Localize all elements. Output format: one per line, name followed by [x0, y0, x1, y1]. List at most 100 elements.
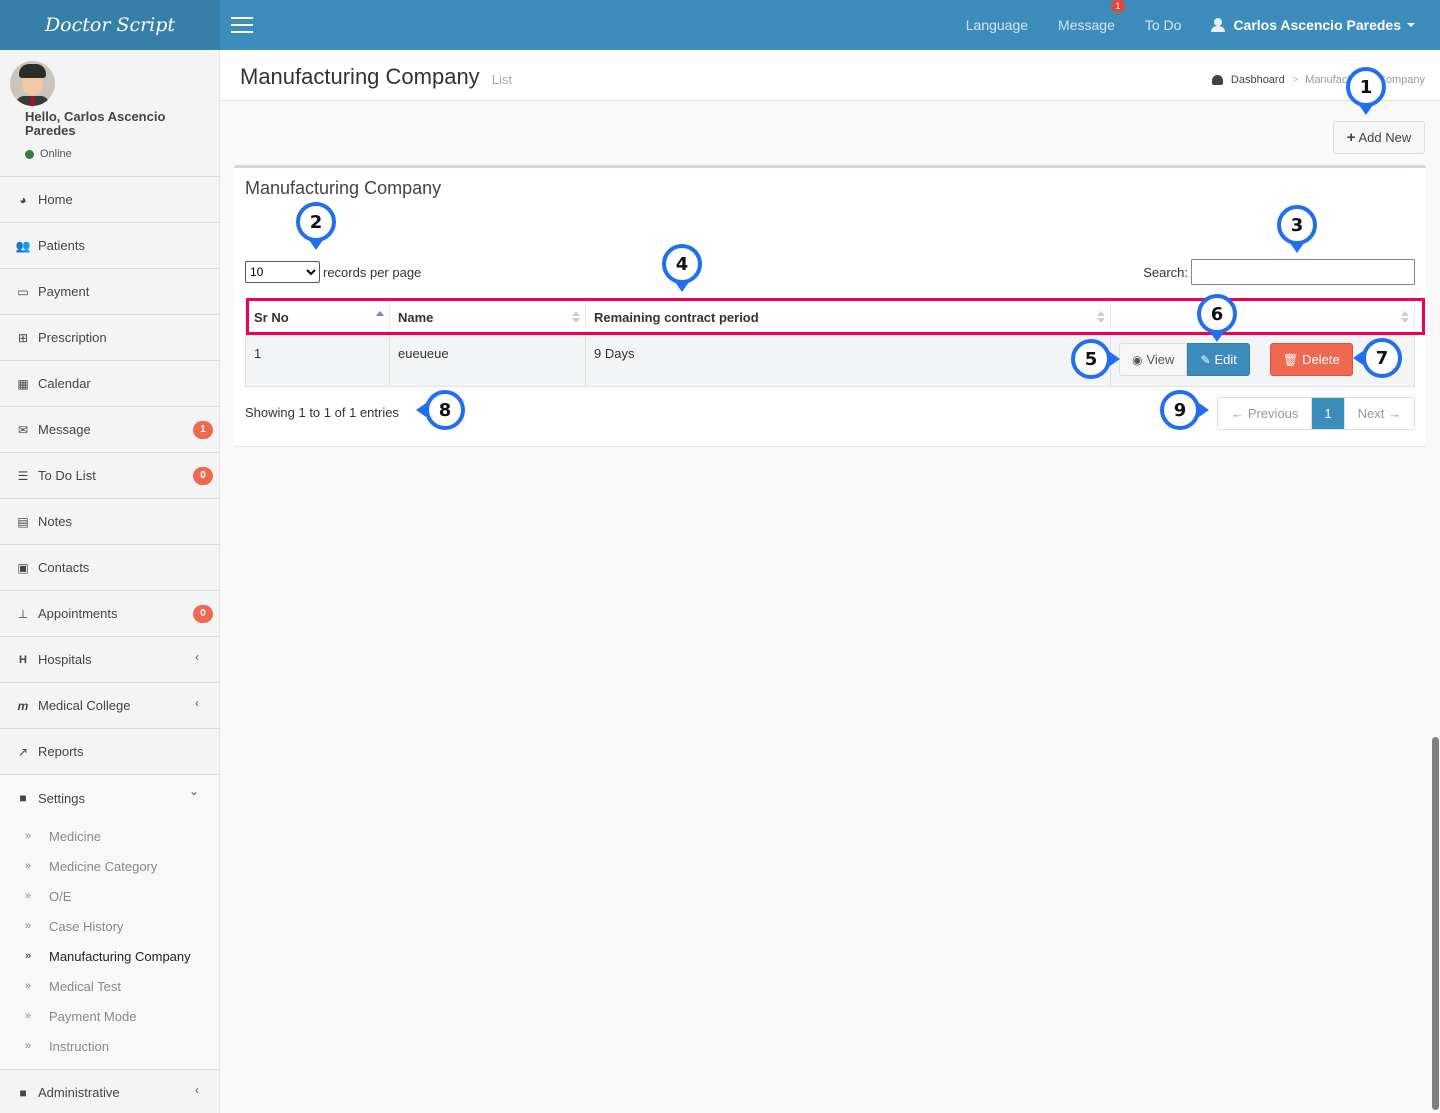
page-subtitle: List [491, 72, 513, 87]
brand-logo[interactable]: Doctor Script [0, 0, 220, 50]
edit-button[interactable]: ✎ Edit [1187, 343, 1250, 376]
eye-icon: ◉ [1132, 352, 1143, 367]
chevron-down-icon: ⌄ [188, 784, 199, 798]
submenu-item-instruction[interactable]: » Instruction [0, 1031, 219, 1061]
submenu-item-label: O/E [49, 888, 72, 904]
annotation-marker-6: 6 [1197, 294, 1237, 334]
sidebar-item-label: Message [38, 422, 91, 437]
nav-message[interactable]: Message 1 [1058, 0, 1125, 33]
sidebar-item-message[interactable]: ✉ Message 1 [0, 407, 219, 453]
box-title: Manufacturing Company [245, 178, 442, 198]
add-new-button[interactable]: + Add New [1333, 121, 1425, 154]
envelope-icon: ✉ [17, 422, 29, 437]
annotation-marker-4: 4 [662, 244, 702, 284]
sidebar-item-contacts[interactable]: ▣ Contacts [0, 545, 219, 591]
column-header-name[interactable]: Name [389, 298, 586, 336]
double-chevron-right-icon: » [25, 950, 32, 962]
table-search: Search: [1143, 259, 1415, 285]
search-label: Search: [1143, 264, 1188, 280]
submenu-item-payment-mode[interactable]: » Payment Mode [0, 1001, 219, 1031]
submenu-item-medical-test[interactable]: » Medical Test [0, 971, 219, 1001]
sidebar-item-label: Notes [38, 514, 72, 529]
sidebar-item-count-badge: 0 [193, 467, 213, 485]
nav-todo[interactable]: To Do [1145, 17, 1182, 33]
sidebar-item-label: Administrative [38, 1085, 120, 1100]
submenu-item-medicine[interactable]: » Medicine [0, 821, 219, 851]
submenu-item-label: Medicine Category [49, 858, 158, 874]
dashboard-icon: ◕ [19, 192, 27, 207]
user-status-label: Online [40, 148, 72, 160]
edit-icon: ✎ [1200, 352, 1211, 367]
sidebar-item-appointments[interactable]: ⊥ Appointments 0 [0, 591, 219, 637]
submenu-item-manufacturing-company[interactable]: » Manufacturing Company [0, 941, 219, 971]
sidebar-item-administrative[interactable]: ■ Administrative ‹ [0, 1070, 219, 1113]
sidebar-item-label: Settings [38, 790, 85, 806]
records-per-page-select[interactable]: 10 [245, 261, 320, 283]
submenu-item-o-e[interactable]: » O/E [0, 881, 219, 911]
search-input[interactable] [1191, 259, 1415, 285]
sidebar-item-label: Hospitals [38, 652, 92, 667]
sidebar-item-notes[interactable]: ▤ Notes [0, 499, 219, 545]
add-new-label: Add New [1358, 130, 1412, 145]
content-header: Manufacturing Company List Dasbhoard > M… [220, 50, 1440, 101]
double-chevron-right-icon: » [25, 920, 32, 932]
table-info: Showing 1 to 1 of 1 entries [245, 405, 399, 420]
settings-submenu: » Medicine » Medicine Category » O/E » Case His… [0, 821, 219, 1070]
sidebar-item-count-badge: 0 [193, 605, 213, 623]
folder-icon: ■ [19, 1085, 27, 1100]
sidebar-item-calendar[interactable]: ▦ Calendar [0, 361, 219, 407]
column-header-sr-no[interactable]: Sr No [245, 298, 390, 336]
medkit-icon: ⊞ [17, 330, 29, 345]
nav-message-label: Message [1058, 17, 1115, 33]
sidebar-item-count-badge: 1 [193, 421, 213, 439]
submenu-item-medicine-category[interactable]: » Medicine Category [0, 851, 219, 881]
double-chevron-right-icon: » [25, 890, 32, 902]
sidebar-item-payment[interactable]: ▭ Payment [0, 269, 219, 315]
sidebar-item-reports[interactable]: ↗ Reports [0, 729, 219, 775]
cell-sr-no: 1 [245, 335, 390, 387]
sort-icon [572, 311, 580, 325]
cell-remaining-contract-period: 9 Days [585, 335, 1111, 387]
submenu-item-label: Instruction [49, 1038, 109, 1054]
file-text-icon: ▤ [17, 514, 29, 529]
sidebar-toggle-icon[interactable] [231, 17, 253, 33]
sidebar-item-prescription[interactable]: ⊞ Prescription [0, 315, 219, 361]
user-menu[interactable]: Carlos Ascencio Paredes [1211, 17, 1415, 33]
plus-icon: + [1346, 129, 1356, 146]
sidebar-item-hospitals[interactable]: H Hospitals ‹ [0, 637, 219, 683]
sidebar-item-medical-college[interactable]: m Medical College ‹ [0, 683, 219, 729]
double-chevron-right-icon: » [25, 830, 32, 842]
breadcrumb-home[interactable]: Dasbhoard [1231, 74, 1285, 86]
delete-button[interactable]: 🗑 Delete [1269, 343, 1353, 376]
medical-college-icon: m [17, 698, 29, 713]
sidebar-item-to-do-list[interactable]: ☰ To Do List 0 [0, 453, 219, 499]
sidebar: Hello, Carlos Ascencio Paredes Online ◕ H… [0, 50, 220, 1113]
sidebar-item-label: Patients [38, 238, 85, 253]
sidebar-item-label: Contacts [38, 560, 90, 575]
column-header-actions[interactable] [1110, 298, 1415, 336]
sidebar-item-label: To Do List [38, 468, 96, 483]
records-per-page: 10 records per page [245, 261, 421, 283]
sidebar-item-settings[interactable]: ■ Settings ⌄ [0, 775, 219, 821]
page-scrollbar[interactable] [1432, 737, 1439, 1110]
submenu-item-case-history[interactable]: » Case History [0, 911, 219, 941]
hospital-icon: H [19, 653, 27, 666]
pagination-next[interactable]: Next → [1343, 398, 1414, 429]
line-chart-icon: ↗ [17, 744, 29, 759]
chevron-left-icon: ‹ [195, 1083, 199, 1097]
sidebar-item-label: Calendar [38, 376, 91, 391]
column-header-remaining-contract-period[interactable]: Remaining contract period [585, 298, 1111, 336]
view-label: View [1146, 352, 1175, 367]
view-button[interactable]: ◉ View [1119, 343, 1188, 376]
annotation-marker-7: 7 [1362, 338, 1402, 378]
submenu-item-label: Manufacturing Company [49, 948, 191, 964]
nav-language[interactable]: Language [966, 17, 1028, 33]
edit-label: Edit [1214, 352, 1237, 367]
pagination-previous[interactable]: ← Previous [1218, 398, 1312, 429]
pagination-page-1[interactable]: 1 [1311, 398, 1344, 429]
page-title-text: Manufacturing Company [240, 64, 480, 89]
user-greeting: Hello, Carlos Ascencio Paredes [25, 109, 166, 138]
sidebar-item-patients[interactable]: 👥 Patients [0, 223, 219, 269]
top-nav-links: Language Message 1 To Do Carlos Ascencio… [936, 0, 1415, 50]
sidebar-item-home[interactable]: ◕ Home [0, 177, 219, 223]
